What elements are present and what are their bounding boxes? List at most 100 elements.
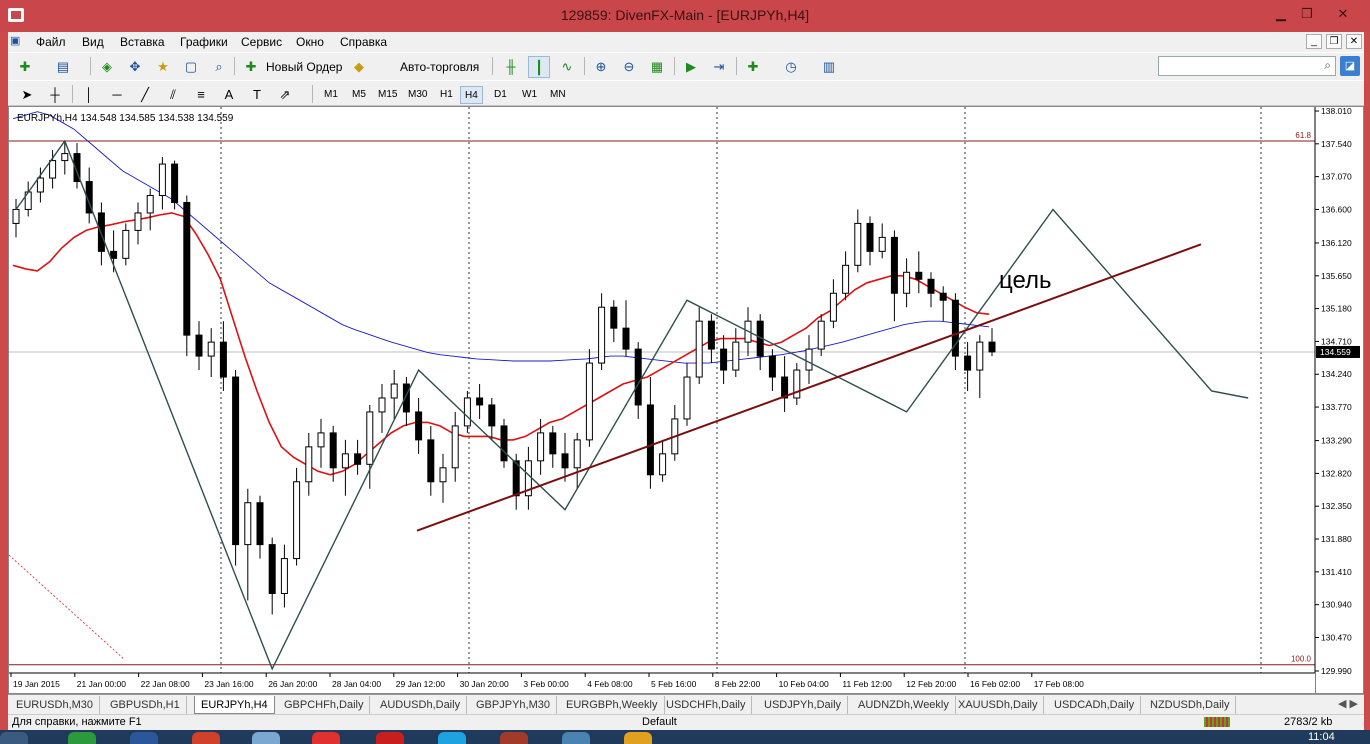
timeframe-h4[interactable]: H4 xyxy=(460,86,483,104)
arrows-icon[interactable]: ⇗ xyxy=(274,84,296,106)
symbol-tab[interactable]: AUDUSDh,Daily xyxy=(374,696,468,714)
terminal-icon[interactable]: ▢ xyxy=(180,56,202,78)
taskbar-skype-icon[interactable] xyxy=(438,732,466,744)
taskbar-app-icon[interactable] xyxy=(500,732,528,744)
start-button[interactable] xyxy=(0,732,28,744)
menu-charts[interactable]: Графики xyxy=(180,35,228,49)
timeframe-w1[interactable]: W1 xyxy=(518,86,541,104)
candle-body xyxy=(768,355,776,378)
help-hint: Для справки, нажмите F1 xyxy=(12,716,142,728)
data-window-icon[interactable]: ✥ xyxy=(124,56,146,78)
bar-chart-icon[interactable]: ╫ xyxy=(500,56,522,78)
taskbar-app-icon[interactable] xyxy=(624,732,652,744)
candlestick-icon[interactable]: ┃ xyxy=(528,56,550,78)
candle-body xyxy=(488,404,496,427)
symbol-tab[interactable]: GBPJPYh,M30 xyxy=(470,696,557,714)
timeframe-m5[interactable]: M5 xyxy=(348,86,370,104)
symbol-tab[interactable]: AUDNZDh,Weekly xyxy=(852,696,956,714)
taskbar-chrome-icon[interactable] xyxy=(192,732,220,744)
timeframe-m30[interactable]: M30 xyxy=(404,86,431,104)
timeframe-h1[interactable]: H1 xyxy=(436,86,457,104)
candle-body xyxy=(573,439,581,469)
timeframe-d1[interactable]: D1 xyxy=(490,86,511,104)
symbol-tab[interactable]: USDCADh,Daily xyxy=(1048,696,1142,714)
zoom-in-icon[interactable]: ⊕ xyxy=(590,56,612,78)
candle-body xyxy=(939,292,947,301)
taskbar-app-icon[interactable] xyxy=(376,732,404,744)
text-icon[interactable]: A xyxy=(218,84,240,106)
timeframe-mn[interactable]: MN xyxy=(546,86,570,104)
mdi-close-icon[interactable]: ✕ xyxy=(1346,34,1362,49)
menu-view[interactable]: Вид xyxy=(82,35,104,49)
taskbar-app-icon[interactable] xyxy=(68,732,96,744)
menu-file[interactable]: Файл xyxy=(36,35,66,49)
timeframe-m1[interactable]: M1 xyxy=(320,86,342,104)
equidistant-channel-icon[interactable]: ⫽ xyxy=(162,84,184,106)
menu-help[interactable]: Справка xyxy=(340,35,387,49)
symbol-tab[interactable]: EURGBPh,Weekly xyxy=(560,696,665,714)
close-icon[interactable]: ✕ xyxy=(1334,6,1352,22)
line-chart-icon[interactable]: ∿ xyxy=(556,56,578,78)
new-chart-icon[interactable]: ✚ xyxy=(14,56,36,78)
price-chart[interactable]: 61.8 100.0 138.010 137.540 137.070 136.600 13… xyxy=(8,106,1363,695)
market-watch-icon[interactable]: ◈ xyxy=(96,56,118,78)
fibonacci-icon[interactable]: ≡ xyxy=(190,84,212,106)
new-order-icon[interactable]: ✚ xyxy=(240,56,262,78)
periods-icon[interactable]: ◷ xyxy=(780,56,802,78)
time-tick-label: 16 Feb 02:00 xyxy=(970,679,1020,689)
profile-name: Default xyxy=(642,716,677,728)
menu-tools[interactable]: Сервис xyxy=(241,35,282,49)
symbol-tab[interactable]: NZDUSDh,Daily xyxy=(1144,696,1237,714)
candle-body xyxy=(500,425,508,462)
candle-body xyxy=(610,306,618,329)
mdi-minimize-icon[interactable]: _ xyxy=(1306,34,1322,49)
taskbar-app-icon[interactable] xyxy=(252,732,280,744)
profiles-icon[interactable]: ▤ xyxy=(52,56,74,78)
menu-insert[interactable]: Вставка xyxy=(120,35,165,49)
symbol-tab[interactable]: GBPCHFh,Daily xyxy=(278,696,371,714)
new-order-button[interactable]: Новый Ордер xyxy=(266,60,342,74)
zoom-out-icon[interactable]: ⊖ xyxy=(618,56,640,78)
candle-body xyxy=(183,201,191,336)
taskbar-app-icon[interactable] xyxy=(562,732,590,744)
time-tick-label: 10 Feb 04:00 xyxy=(779,679,829,689)
candle-body xyxy=(158,163,166,196)
text-label-icon[interactable]: T xyxy=(246,84,268,106)
taskbar-word-icon[interactable] xyxy=(130,732,158,744)
horizontal-line-icon[interactable]: ─ xyxy=(106,84,128,106)
tile-windows-icon[interactable]: ▦ xyxy=(646,56,668,78)
price-tick-label: 137.070 xyxy=(1321,172,1352,182)
symbol-tab[interactable]: EURJPYh,H4 xyxy=(194,696,275,714)
minimize-icon[interactable]: ▁ xyxy=(1272,6,1290,22)
vertical-line-icon[interactable]: │ xyxy=(78,84,100,106)
autotrading-icon[interactable]: ◆ xyxy=(348,56,370,78)
menu-window[interactable]: Окно xyxy=(296,35,324,49)
mdi-restore-icon[interactable]: ❐ xyxy=(1326,34,1342,49)
candle-body xyxy=(915,271,923,280)
time-tick-label: 3 Feb 00:00 xyxy=(523,679,569,689)
symbol-tab[interactable]: GBPUSDh,H1 xyxy=(104,696,187,714)
maximize-icon[interactable]: ❐ xyxy=(1298,6,1316,22)
symbol-tab[interactable]: USDCHFh,Daily xyxy=(660,696,753,714)
chart-shift-icon[interactable]: ⇥ xyxy=(708,56,730,78)
crosshair-icon[interactable]: ┼ xyxy=(44,84,66,106)
time-tick-label: 30 Jan 20:00 xyxy=(460,679,509,689)
autoscroll-icon[interactable]: ▶ xyxy=(680,56,702,78)
symbol-tab[interactable]: XAUUSDh,Daily xyxy=(952,696,1045,714)
community-icon[interactable]: ◪ xyxy=(1340,56,1360,76)
autotrading-button[interactable]: Авто-торговля xyxy=(400,60,479,74)
strategy-tester-icon[interactable]: ⌕ xyxy=(208,56,230,78)
navigator-icon[interactable]: ★ xyxy=(152,56,174,78)
tab-scroll-icon[interactable]: ◀ ▶ xyxy=(1338,697,1358,710)
indicators-icon[interactable]: ✚ xyxy=(742,56,764,78)
search-input[interactable]: ⌕ xyxy=(1158,56,1336,76)
cursor-icon[interactable]: ➤ xyxy=(16,84,38,106)
chart-window[interactable]: 61.8 100.0 138.010 137.540 137.070 136.600 13… xyxy=(8,106,1364,695)
timeframe-m15[interactable]: M15 xyxy=(374,86,401,104)
taskbar-yandex-icon[interactable] xyxy=(312,732,340,744)
templates-icon[interactable]: ▥ xyxy=(818,56,840,78)
trendline-icon[interactable]: ╱ xyxy=(134,84,156,106)
symbol-tab[interactable]: USDJPYh,Daily xyxy=(758,696,849,714)
symbol-tab[interactable]: EURUSDh,M30 xyxy=(10,696,101,714)
document-icon[interactable]: ▣ xyxy=(10,34,20,47)
